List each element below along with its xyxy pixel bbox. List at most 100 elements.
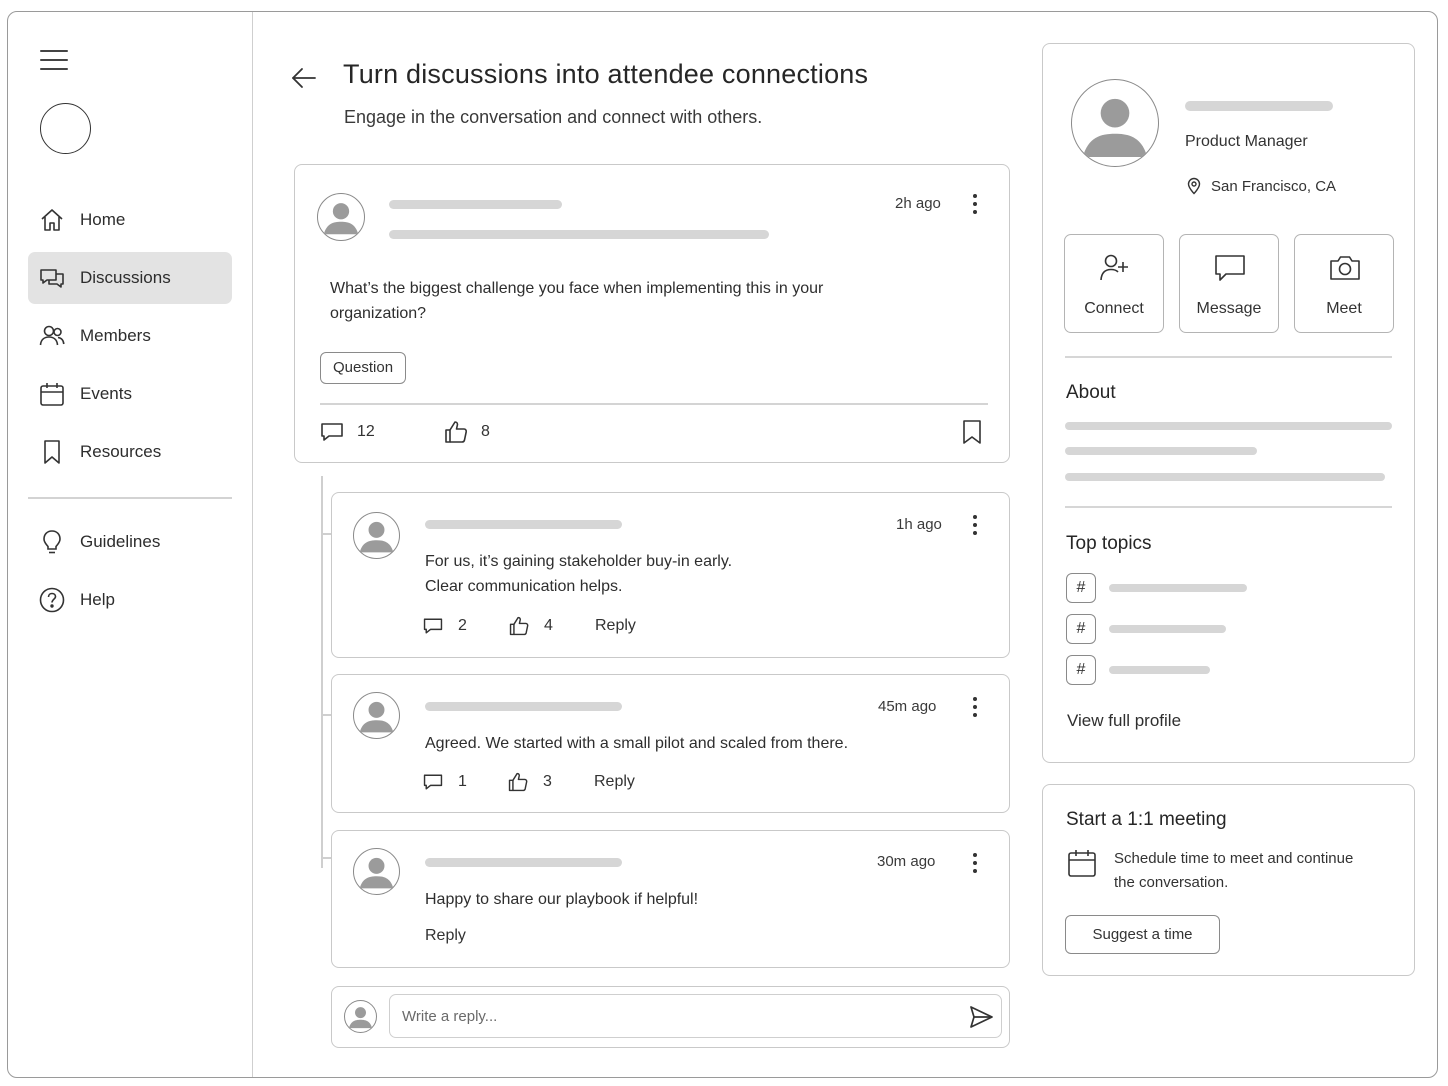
about-title: About [1066, 382, 1116, 403]
more-options-icon[interactable] [965, 695, 985, 721]
logo-placeholder [40, 103, 91, 154]
like-count[interactable]: 8 [443, 419, 490, 445]
profile-name-placeholder [1185, 101, 1333, 111]
like-count-value: 4 [544, 617, 553, 634]
back-arrow-icon[interactable] [288, 62, 320, 94]
message-icon [1215, 255, 1245, 281]
reply-text: Happy to share our playbook if helpful! [425, 891, 699, 908]
like-count[interactable]: 3 [507, 771, 552, 793]
like-count[interactable]: 4 [508, 615, 553, 637]
profile-avatar[interactable] [1071, 79, 1159, 167]
topic-placeholder [1109, 625, 1226, 633]
reply-composer [331, 986, 1010, 1048]
page-title: Turn discussions into attendee connectio… [343, 59, 869, 89]
main-nav: Home Discussions Members Events Resource… [28, 194, 232, 484]
hamburger-menu-icon[interactable] [40, 48, 70, 72]
nav-item-members[interactable]: Members [28, 310, 232, 362]
action-label: Message [1196, 300, 1262, 317]
reply-text: For us, it’s gaining stakeholder buy-in … [425, 549, 945, 599]
reply-button[interactable]: Reply [594, 773, 635, 791]
sidebar: Home Discussions Members Events Resource… [8, 12, 253, 1077]
nav-label: Members [80, 326, 151, 345]
reply-button[interactable]: Reply [595, 617, 636, 635]
page-subtitle: Engage in the conversation and connect w… [344, 107, 763, 127]
nav-item-guidelines[interactable]: Guidelines [28, 516, 232, 568]
discussions-icon [40, 269, 64, 288]
topic-placeholder [1109, 666, 1210, 674]
avatar[interactable] [353, 692, 400, 739]
profile-role: Product Manager [1185, 133, 1308, 150]
comment-count[interactable]: 12 [319, 419, 375, 445]
nav-item-help[interactable]: Help [28, 574, 232, 626]
nav-item-home[interactable]: Home [28, 194, 232, 246]
lightbulb-icon [43, 530, 61, 554]
reply-timestamp: 1h ago [896, 516, 942, 533]
topic-hashtag-icon[interactable]: # [1066, 614, 1096, 644]
meeting-title: Start a 1:1 meeting [1066, 809, 1227, 830]
profile-card: Product Manager San Francisco, CA Connec… [1042, 43, 1415, 763]
view-full-profile-link[interactable]: View full profile [1067, 711, 1181, 731]
topic-placeholder [1109, 584, 1247, 592]
topic-hashtag-icon[interactable]: # [1066, 573, 1096, 603]
meet-button[interactable]: Meet [1294, 234, 1394, 333]
send-icon[interactable] [968, 1004, 994, 1030]
comment-count[interactable]: 1 [422, 771, 467, 793]
suggest-time-button[interactable]: Suggest a time [1065, 915, 1220, 954]
action-label: Meet [1326, 300, 1362, 317]
comment-icon [423, 774, 443, 790]
post-tag[interactable]: Question [320, 352, 407, 384]
save-bookmark-icon[interactable] [960, 419, 984, 445]
nav-label: Guidelines [80, 532, 161, 551]
avatar[interactable] [353, 848, 400, 895]
author-name-placeholder [425, 858, 622, 867]
reply-card: 45m ago Agreed. We started with a small … [331, 674, 1010, 813]
reply-text-line: Clear communication helps. [425, 578, 623, 595]
post-divider [320, 403, 988, 405]
avatar[interactable] [353, 512, 400, 559]
nav-label: Discussions [80, 268, 171, 287]
current-user-avatar [344, 1000, 377, 1033]
nav-label: Events [80, 384, 132, 403]
bookmark-icon [44, 440, 60, 464]
help-icon [39, 587, 65, 613]
meeting-description: Schedule time to meet and continue the c… [1114, 850, 1354, 891]
author-meta-placeholder [389, 230, 769, 239]
nav-label: Help [80, 590, 115, 609]
thumbs-up-icon [508, 772, 528, 792]
reply-input[interactable] [389, 994, 1002, 1038]
section-divider [1065, 506, 1392, 508]
thumbs-up-icon [445, 421, 468, 443]
avatar[interactable] [317, 193, 365, 241]
author-name-placeholder [425, 702, 622, 711]
nav-item-events[interactable]: Events [28, 368, 232, 420]
post-text: What’s the biggest challenge you face wh… [330, 280, 824, 322]
like-count-value: 3 [543, 773, 552, 790]
reply-text: Agreed. We started with a small pilot an… [425, 735, 849, 752]
more-options-icon[interactable] [965, 513, 985, 539]
more-options-icon[interactable] [965, 851, 985, 877]
connect-button[interactable]: Connect [1064, 234, 1164, 333]
nav-item-resources[interactable]: Resources [28, 426, 232, 478]
section-divider [1065, 356, 1392, 358]
reply-card: 1h ago For us, it’s gaining stakeholder … [331, 492, 1010, 658]
app-window: Home Discussions Members Events Resource… [7, 11, 1438, 1078]
add-user-icon [1100, 254, 1128, 281]
topic-hashtag-icon[interactable]: # [1066, 655, 1096, 685]
reply-timestamp: 30m ago [877, 853, 936, 870]
action-label: Connect [1084, 300, 1144, 317]
profile-location-text: San Francisco, CA [1211, 177, 1337, 195]
comment-icon [321, 423, 343, 441]
comment-count-value: 12 [357, 423, 375, 440]
nav-item-discussions[interactable]: Discussions [28, 252, 232, 304]
reply-timestamp: 45m ago [878, 698, 937, 715]
more-options-icon[interactable] [965, 192, 985, 218]
nav-divider [28, 497, 232, 499]
top-topics-title: Top topics [1066, 533, 1152, 554]
comment-count-value: 2 [458, 617, 467, 634]
meeting-card: Start a 1:1 meeting Schedule time to mee… [1042, 784, 1415, 976]
comment-count[interactable]: 2 [422, 615, 467, 637]
nav-label: Home [80, 210, 126, 229]
calendar-icon [40, 383, 64, 406]
message-button[interactable]: Message [1179, 234, 1279, 333]
reply-button[interactable]: Reply [425, 927, 466, 945]
